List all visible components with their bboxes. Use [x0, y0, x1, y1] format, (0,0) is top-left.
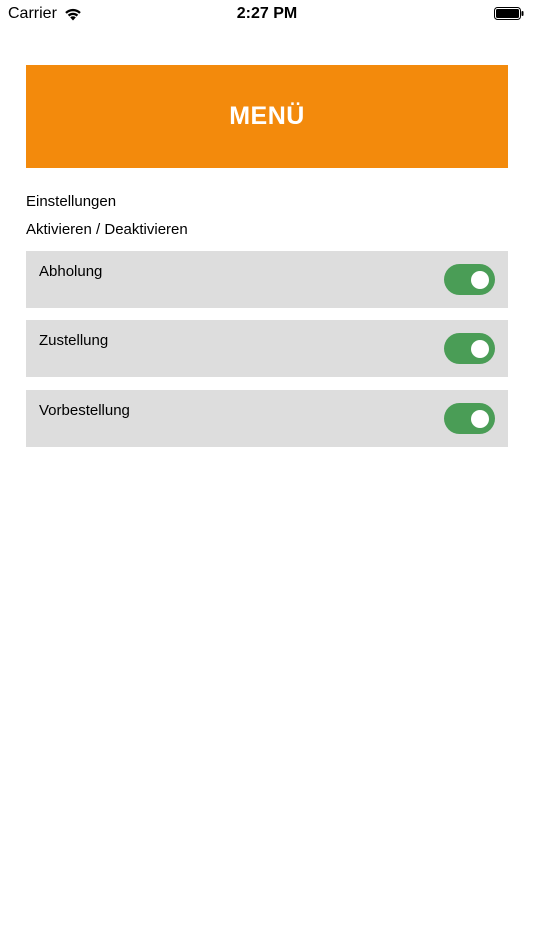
- option-label: Abholung: [39, 263, 103, 280]
- toggle-knob: [471, 271, 489, 289]
- page-title: MENÜ: [229, 102, 305, 130]
- option-label: Zustellung: [39, 332, 109, 349]
- option-row-abholung: Abholung: [26, 251, 508, 308]
- toggle-knob: [471, 340, 489, 358]
- abholung-toggle[interactable]: [444, 264, 495, 295]
- vorbestellung-toggle[interactable]: [444, 403, 495, 434]
- option-label: Vorbestellung: [39, 402, 130, 419]
- option-row-vorbestellung: Vorbestellung: [26, 390, 508, 447]
- toggle-hint-label: Aktivieren / Deaktivieren: [26, 221, 188, 238]
- status-bar: Carrier 2:27 PM: [0, 0, 534, 30]
- clock: 2:27 PM: [236, 5, 298, 22]
- zustellung-toggle[interactable]: [444, 333, 495, 364]
- option-row-zustellung: Zustellung: [26, 320, 508, 377]
- battery-icon: [494, 7, 524, 20]
- toggle-knob: [471, 410, 489, 428]
- settings-heading: Einstellungen: [26, 193, 117, 210]
- menu-header: MENÜ: [26, 65, 508, 168]
